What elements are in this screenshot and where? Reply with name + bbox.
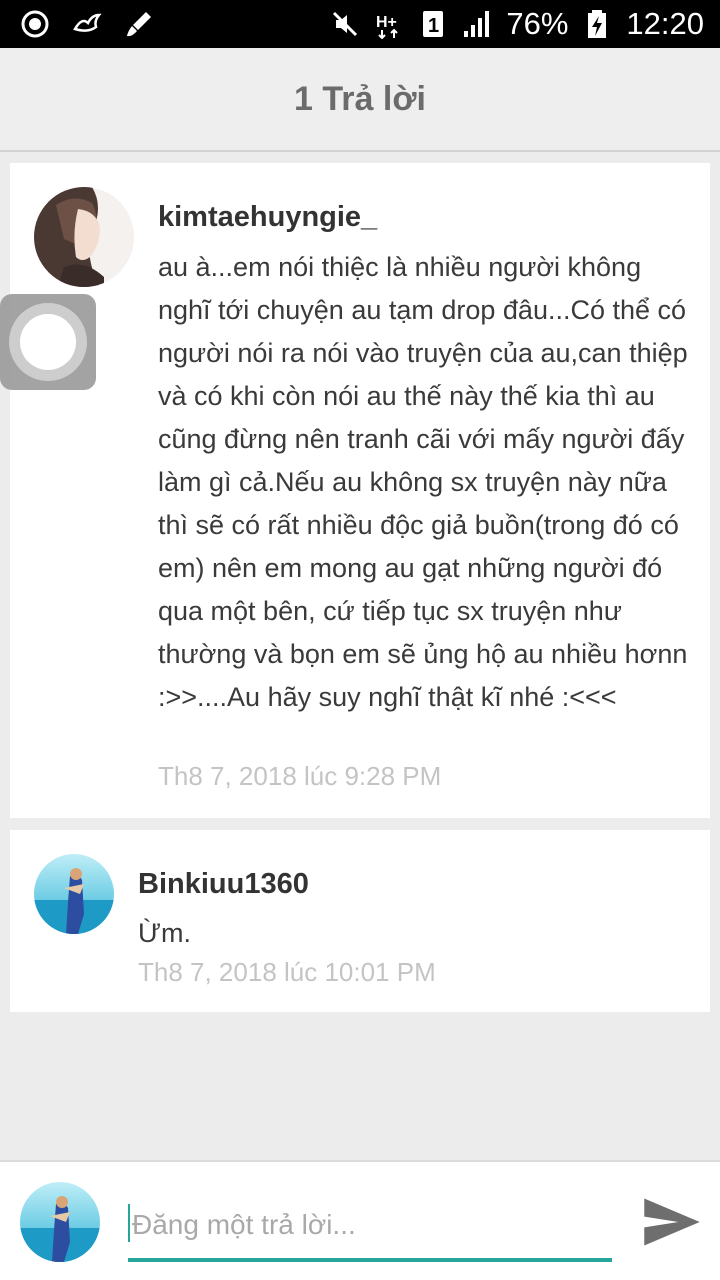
clock: 12:20	[626, 6, 704, 41]
circle-play-icon	[21, 10, 49, 38]
status-bar: H+ 1 76% 12:20	[0, 0, 720, 48]
avatar[interactable]	[34, 854, 114, 934]
comment-timestamp: Th8 7, 2018 lúc 9:28 PM	[158, 761, 442, 791]
page-title: 1 Trả lời	[294, 79, 426, 118]
mute-icon	[333, 11, 358, 37]
comment-card: kimtaehuyngie_ au à...em nói thiệc là nh…	[10, 163, 710, 818]
signal-icon	[464, 11, 490, 37]
current-user-avatar	[20, 1182, 100, 1262]
sim-1-icon: 1	[423, 11, 444, 37]
svg-text:1: 1	[428, 15, 439, 37]
reply-input[interactable]	[128, 1198, 612, 1262]
assistive-touch-icon	[9, 303, 87, 381]
comment-timestamp: Th8 7, 2018 lúc 10:01 PM	[138, 957, 436, 987]
avatar[interactable]	[34, 187, 134, 287]
comment-username[interactable]: Binkiuu1360	[138, 868, 309, 901]
send-icon[interactable]	[640, 1190, 704, 1254]
comment-card: Binkiuu1360 Ừm. Th8 7, 2018 lúc 10:01 PM	[10, 830, 710, 1012]
comment-username[interactable]: kimtaehuyngie_	[158, 201, 377, 234]
bird-icon	[73, 13, 102, 32]
battery-charging-icon	[588, 10, 607, 38]
comment-text: Ừm.	[138, 918, 192, 948]
avatar-image	[20, 1182, 100, 1262]
avatar-image	[34, 854, 114, 934]
assistive-touch-button[interactable]	[0, 294, 96, 390]
reply-bar	[0, 1160, 720, 1280]
avatar-image	[34, 187, 134, 287]
svg-text:H+: H+	[376, 14, 397, 31]
comment-text: au à...em nói thiệc là nhiều người không…	[158, 252, 688, 712]
brush-icon	[127, 12, 151, 37]
network-h-icon: H+	[376, 14, 399, 39]
header-bar: 1 Trả lời	[0, 48, 720, 152]
text-caret	[128, 1204, 130, 1242]
battery-percentage: 76%	[506, 6, 569, 41]
